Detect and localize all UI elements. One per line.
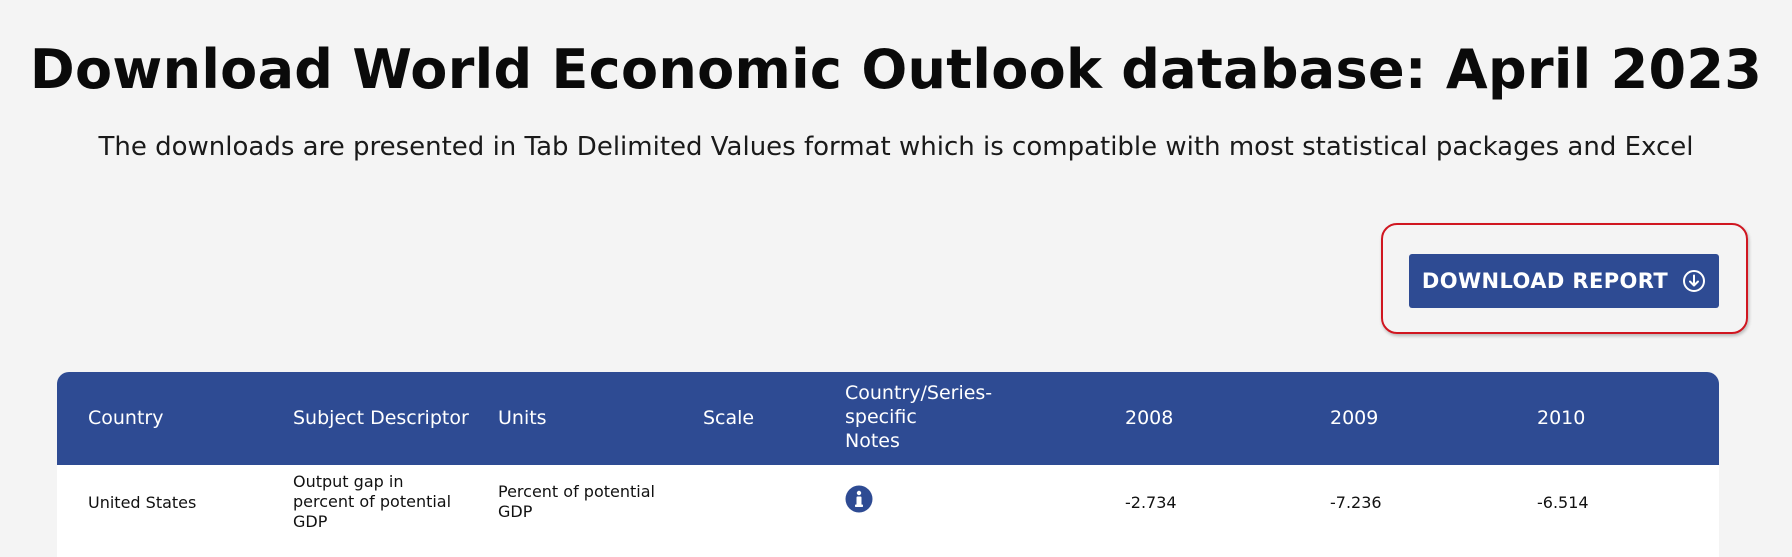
cell-subject-line-1: Output gap in xyxy=(293,472,404,491)
column-header-units[interactable]: Units xyxy=(498,406,547,430)
column-header-notes-line-2: specific xyxy=(845,406,917,428)
page-subtitle: The downloads are presented in Tab Delim… xyxy=(98,132,1694,162)
page-title: Download World Economic Outlook database… xyxy=(29,38,1763,101)
cell-subject-line-2: percent of potential xyxy=(293,492,452,511)
table-header: Country Subject Descriptor Units Scale C… xyxy=(57,372,1719,465)
column-header-notes-line-1: Country/Series- xyxy=(845,382,993,404)
column-header-notes-line-3: Notes xyxy=(845,430,900,452)
column-header-country[interactable]: Country xyxy=(88,406,163,430)
download-circle-icon xyxy=(1682,269,1706,293)
cell-units-line-2: GDP xyxy=(498,502,533,521)
cell-2008: -2.734 xyxy=(1125,493,1177,512)
cell-subject-line-3: GDP xyxy=(293,512,328,531)
download-report-label: DOWNLOAD REPORT xyxy=(1421,269,1669,293)
download-report-button[interactable]: DOWNLOAD REPORT xyxy=(1409,254,1719,308)
info-icon[interactable] xyxy=(845,485,873,513)
column-header-subject-descriptor[interactable]: Subject Descriptor xyxy=(293,406,469,430)
column-header-2009[interactable]: 2009 xyxy=(1330,406,1378,430)
column-header-notes[interactable]: Country/Series- specific Notes xyxy=(845,381,992,453)
cell-units-line-1: Percent of potential xyxy=(498,482,655,501)
cell-2009: -7.236 xyxy=(1330,493,1382,512)
cell-country: United States xyxy=(88,493,197,512)
cell-subject-descriptor: Output gap in percent of potential GDP xyxy=(293,472,451,532)
column-header-2008[interactable]: 2008 xyxy=(1125,406,1173,430)
column-header-scale[interactable]: Scale xyxy=(703,406,754,430)
column-header-2010[interactable]: 2010 xyxy=(1537,406,1585,430)
data-table: Country Subject Descriptor Units Scale C… xyxy=(57,372,1719,557)
cell-units: Percent of potential GDP xyxy=(498,482,655,522)
cell-2010: -6.514 xyxy=(1537,493,1589,512)
